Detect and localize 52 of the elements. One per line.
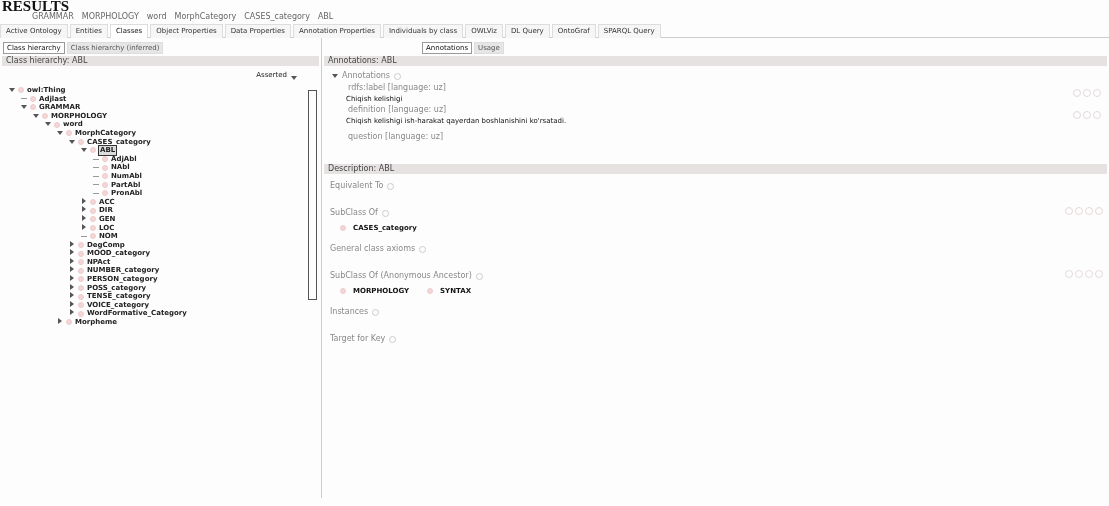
annotation-property: question [language: uz]	[348, 131, 444, 143]
section-title: Instances	[330, 306, 369, 318]
breadcrumb-item[interactable]: word	[146, 12, 167, 21]
expand-toggle-icon[interactable]	[70, 249, 74, 256]
breadcrumb-item[interactable]: GRAMMAR	[32, 12, 74, 21]
expand-toggle-icon[interactable]	[70, 309, 74, 316]
page-heading: RESULTS	[2, 0, 70, 12]
panel-header: Class hierarchy: ABL	[2, 56, 319, 66]
expand-toggle-icon[interactable]	[57, 130, 63, 135]
tree-connector	[93, 158, 99, 160]
expand-toggle-icon[interactable]	[70, 257, 74, 264]
caret-icon[interactable]	[291, 76, 297, 80]
class-icon	[340, 288, 346, 295]
tree-connector	[93, 193, 99, 194]
expand-toggle-icon[interactable]	[70, 266, 74, 273]
expand-toggle-icon[interactable]	[58, 318, 62, 325]
expand-toggle-icon[interactable]	[70, 292, 74, 299]
breadcrumb-item[interactable]: MorphCategory	[174, 12, 237, 21]
section-header: Annotations: ABL	[324, 56, 1107, 66]
tree-connector	[81, 235, 87, 237]
expand-toggle-icon[interactable]	[21, 105, 27, 110]
expand-toggle-icon[interactable]	[82, 214, 86, 221]
expand-toggle-icon[interactable]	[70, 300, 74, 307]
section-title: Annotations	[342, 70, 391, 82]
section-title: SubClass Of (Anonymous Ancestor)	[330, 270, 472, 282]
annotation-property: definition [language: uz]	[348, 103, 448, 116]
expand-toggle-icon[interactable]	[82, 206, 86, 213]
expand-toggle-icon[interactable]	[69, 139, 75, 144]
section-title: SubClass Of	[330, 207, 378, 219]
section-title: Equivalent To	[330, 180, 384, 192]
expand-toggle-icon[interactable]	[9, 88, 15, 92]
expand-toggle-icon[interactable]	[82, 197, 86, 204]
class-icon	[427, 288, 434, 295]
expand-toggle-icon[interactable]	[70, 275, 74, 282]
breadcrumb-item[interactable]: CASES_category	[244, 12, 310, 21]
expand-toggle-icon[interactable]	[70, 240, 74, 247]
class-icon	[340, 225, 346, 232]
section-title: Target for Key	[330, 333, 386, 345]
section-header: Description: ABL	[324, 164, 1107, 174]
tree-connector	[21, 98, 27, 100]
expand-toggle-icon[interactable]	[45, 122, 51, 127]
expand-toggle-icon[interactable]	[81, 148, 87, 153]
collapse-icon[interactable]	[332, 74, 338, 78]
tree-connector	[93, 184, 99, 186]
breadcrumb-item[interactable]: MORPHOLOGY	[81, 12, 139, 21]
scrollbar[interactable]	[308, 90, 317, 300]
expand-toggle-icon[interactable]	[82, 223, 86, 230]
annotation-property: rdfs:label [language: uz]	[348, 81, 446, 94]
breadcrumb-item[interactable]: ABL	[317, 12, 334, 21]
section-title: General class axioms	[330, 243, 416, 255]
expand-toggle-icon[interactable]	[70, 283, 74, 290]
expand-toggle-icon[interactable]	[33, 113, 39, 118]
